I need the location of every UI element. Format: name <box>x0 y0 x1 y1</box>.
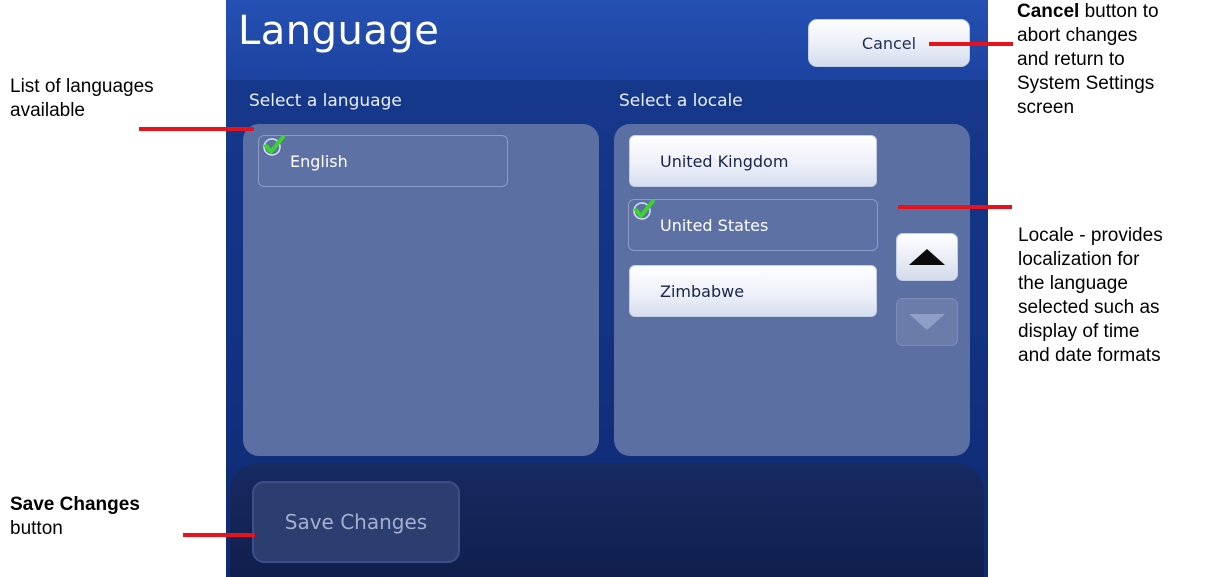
annotation-bold: Cancel <box>1017 1 1080 22</box>
scroll-up-button[interactable] <box>896 233 958 281</box>
annotation-text: screen <box>1017 97 1075 118</box>
annotation-text: display of time <box>1018 321 1140 342</box>
locale-pointer-line <box>898 205 1012 209</box>
save-pointer-line <box>183 533 255 537</box>
scroll-down-button[interactable] <box>896 298 958 346</box>
annotation-text: abort changes <box>1017 25 1138 46</box>
annotation-text: Locale - provides <box>1018 225 1163 246</box>
annotation-bold: Save Changes <box>10 494 140 515</box>
save-annotation: Save Changes button <box>10 493 140 541</box>
language-item-english[interactable]: English <box>258 135 508 187</box>
locale-section-label: Select a locale <box>619 91 743 111</box>
locale-item-label: United Kingdom <box>660 151 789 171</box>
annotation-text: and date formats <box>1018 345 1161 366</box>
annotation-text: button <box>10 518 63 539</box>
annotation-text: selected such as <box>1018 297 1160 318</box>
page-title: Language <box>238 8 440 54</box>
annotation-text: System Settings <box>1017 73 1155 94</box>
language-item-label: English <box>290 151 348 171</box>
locale-item-zimbabwe[interactable]: Zimbabwe <box>629 265 877 317</box>
cancel-annotation: Cancel button to abort changes and retur… <box>1017 0 1159 120</box>
languages-annotation: List of languages available <box>10 75 154 123</box>
annotation-text: button to <box>1079 1 1159 22</box>
triangle-up-icon <box>909 249 945 265</box>
cancel-pointer-line <box>929 42 1013 46</box>
annotation-text: the language <box>1018 273 1128 294</box>
title-bar: Language Cancel <box>226 0 988 80</box>
check-icon <box>263 135 285 156</box>
triangle-down-icon <box>909 314 945 330</box>
locale-item-united-states[interactable]: United States <box>628 199 878 251</box>
annotation-text: available <box>10 100 85 121</box>
annotation-text: localization for <box>1018 249 1140 270</box>
locale-item-united-kingdom[interactable]: United Kingdom <box>629 135 877 187</box>
language-screen: Language Cancel Select a language Select… <box>226 0 988 577</box>
annotation-text: List of languages <box>10 76 154 97</box>
save-changes-button[interactable]: Save Changes <box>252 481 460 563</box>
annotation-text: and return to <box>1017 49 1125 70</box>
locale-annotation: Locale - provides localization for the l… <box>1018 224 1163 368</box>
locale-item-label: United States <box>660 215 769 235</box>
check-icon <box>633 199 655 220</box>
locale-item-label: Zimbabwe <box>660 281 745 301</box>
language-section-label: Select a language <box>249 91 402 111</box>
languages-pointer-line <box>139 127 254 131</box>
